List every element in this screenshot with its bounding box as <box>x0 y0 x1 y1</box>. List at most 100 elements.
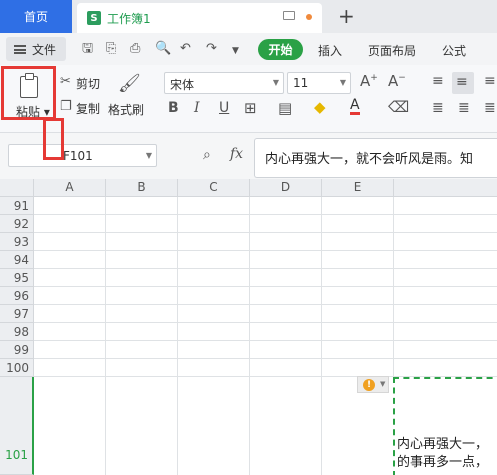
row-header[interactable]: 98 <box>0 323 34 341</box>
select-all-corner[interactable] <box>0 179 34 197</box>
save-icon[interactable]: 🖫 <box>82 41 93 57</box>
highlight-annotation <box>43 118 64 160</box>
chevron-down-icon: ▼ <box>272 78 279 87</box>
row-header[interactable]: 92 <box>0 215 34 233</box>
fill-color-icon[interactable]: ◆ <box>314 98 326 116</box>
row-header[interactable]: 95 <box>0 269 34 287</box>
grid-line <box>105 197 106 475</box>
chevron-down-icon: ▼ <box>339 78 346 87</box>
cell-text-line1: 内心再强大一， <box>397 437 489 452</box>
format-painter-icon: 🖌 <box>118 73 141 94</box>
italic-button[interactable]: I <box>194 100 200 116</box>
align-middle-button[interactable]: ≡ <box>452 72 474 94</box>
tab-start[interactable]: 开始 <box>258 39 303 60</box>
tab-page-layout[interactable]: 页面布局 <box>368 42 416 59</box>
formula-bar: F101 ▼ ⌕ fx 内心再强大一，就不会听风是雨。知 <box>0 133 497 179</box>
print-icon[interactable]: ⎙ <box>130 41 140 57</box>
scissors-icon: ✂ <box>60 74 71 89</box>
row-header[interactable]: 93 <box>0 233 34 251</box>
file-menu-button[interactable]: 文件 <box>6 37 66 61</box>
grid-line <box>34 250 497 251</box>
column-header-d[interactable]: D <box>250 179 322 197</box>
formula-input[interactable]: 内心再强大一，就不会听风是雨。知 <box>254 138 497 178</box>
row-header[interactable]: 91 <box>0 197 34 215</box>
font-name-select[interactable]: 宋体 ▼ <box>164 72 284 94</box>
formula-content: 内心再强大一，就不会听风是雨。知 <box>265 152 474 167</box>
row-header-selected[interactable]: 101 <box>0 377 34 475</box>
column-header-b[interactable]: B <box>106 179 178 197</box>
grid-line <box>34 322 497 323</box>
grid-line <box>177 197 178 475</box>
column-header-f[interactable] <box>394 179 497 197</box>
clipboard-icon <box>20 73 38 98</box>
bold-button[interactable]: B <box>168 100 179 116</box>
align-right-icon[interactable]: ≣ <box>484 100 496 116</box>
format-painter-button[interactable]: 格式刷 <box>108 101 144 118</box>
font-shrink-icon[interactable]: A− <box>388 72 406 90</box>
fx-icon[interactable]: fx <box>230 146 243 162</box>
align-left-icon[interactable]: ≣ <box>432 100 444 116</box>
font-grow-icon[interactable]: A+ <box>360 72 378 90</box>
print-preview-icon[interactable]: 🔍 <box>155 41 171 57</box>
monitor-icon[interactable] <box>283 11 295 20</box>
redo-icon[interactable]: ↷ <box>206 41 217 57</box>
align-bottom-icon[interactable]: ≡ <box>484 73 496 89</box>
row-header[interactable]: 99 <box>0 341 34 359</box>
grid-line <box>34 340 497 341</box>
cut-button[interactable]: 剪切 <box>76 75 100 92</box>
copy-icon: ❐ <box>60 99 72 114</box>
grid-line <box>34 304 497 305</box>
align-center-icon[interactable]: ≣ <box>458 100 470 116</box>
tab-home-label: 首页 <box>23 10 48 24</box>
align-top-icon[interactable]: ≡ <box>432 73 444 89</box>
fill-pattern-icon[interactable]: ▤ <box>278 99 292 117</box>
spreadsheet-logo-icon: S <box>87 11 101 25</box>
quick-access-dropdown-icon[interactable]: ▼ <box>232 43 239 59</box>
export-icon[interactable]: ⎘ <box>106 41 116 57</box>
grid-line <box>34 232 497 233</box>
tab-home[interactable]: 首页 <box>0 0 72 33</box>
chevron-down-icon: ▼ <box>380 380 386 388</box>
ribbon: 粘贴 ▾ ✂ 剪切 ❐ 复制 🖌 格式刷 宋体 ▼ 11 ▼ A+ A− B I… <box>0 65 497 133</box>
tab-start-label: 开始 <box>268 43 293 57</box>
column-header-c[interactable]: C <box>178 179 250 197</box>
grid-line <box>34 268 497 269</box>
tab-formula[interactable]: 公式 <box>442 42 466 59</box>
undo-icon[interactable]: ↶ <box>180 41 191 57</box>
tab-workbook[interactable]: S 工作簿1 <box>77 3 322 33</box>
cell-text-line2: 的事再多一点， <box>397 455 489 470</box>
underline-button[interactable]: U <box>219 100 229 116</box>
font-size-select[interactable]: 11 ▼ <box>287 72 351 94</box>
name-box[interactable]: F101 ▼ <box>8 144 157 167</box>
font-name-value: 宋体 <box>170 78 195 92</box>
column-header-a[interactable]: A <box>34 179 106 197</box>
row-header[interactable]: 96 <box>0 287 34 305</box>
row-header[interactable]: 100 <box>0 359 34 377</box>
grid-line <box>34 358 497 359</box>
unsaved-dot-icon <box>306 14 312 20</box>
hamburger-icon <box>14 44 26 54</box>
paste-options-button[interactable]: ! ▼ <box>357 376 389 393</box>
grid-line <box>321 197 322 475</box>
chevron-down-icon: ▼ <box>145 151 152 160</box>
tab-bar: 首页 S 工作簿1 + <box>0 0 497 33</box>
align-middle-icon: ≡ <box>456 74 468 90</box>
row-header[interactable]: 94 <box>0 251 34 269</box>
border-icon[interactable]: ⊞ <box>244 99 257 117</box>
menu-row: 文件 🖫 ⎘ ⎙ 🔍 ↶ ↷ ▼ 开始 插入 页面布局 公式 <box>0 33 497 65</box>
tab-insert[interactable]: 插入 <box>318 42 342 59</box>
row-header[interactable]: 97 <box>0 305 34 323</box>
new-tab-plus-icon[interactable]: + <box>338 3 355 29</box>
file-menu-label: 文件 <box>32 42 57 57</box>
font-color-icon[interactable]: A <box>350 98 360 115</box>
paste-button[interactable]: 粘贴 ▾ <box>1 66 56 120</box>
spreadsheet-grid[interactable]: A B C D E 91 92 93 94 95 96 97 98 99 100… <box>0 179 497 475</box>
copy-button[interactable]: 复制 <box>76 100 100 117</box>
column-header-e[interactable]: E <box>322 179 394 197</box>
warning-icon: ! <box>363 379 375 391</box>
font-size-value: 11 <box>293 76 309 90</box>
zoom-icon[interactable]: ⌕ <box>203 147 211 163</box>
name-box-value: F101 <box>63 149 93 163</box>
grid-line <box>34 214 497 215</box>
eraser-icon[interactable]: ⌫ <box>388 98 409 116</box>
